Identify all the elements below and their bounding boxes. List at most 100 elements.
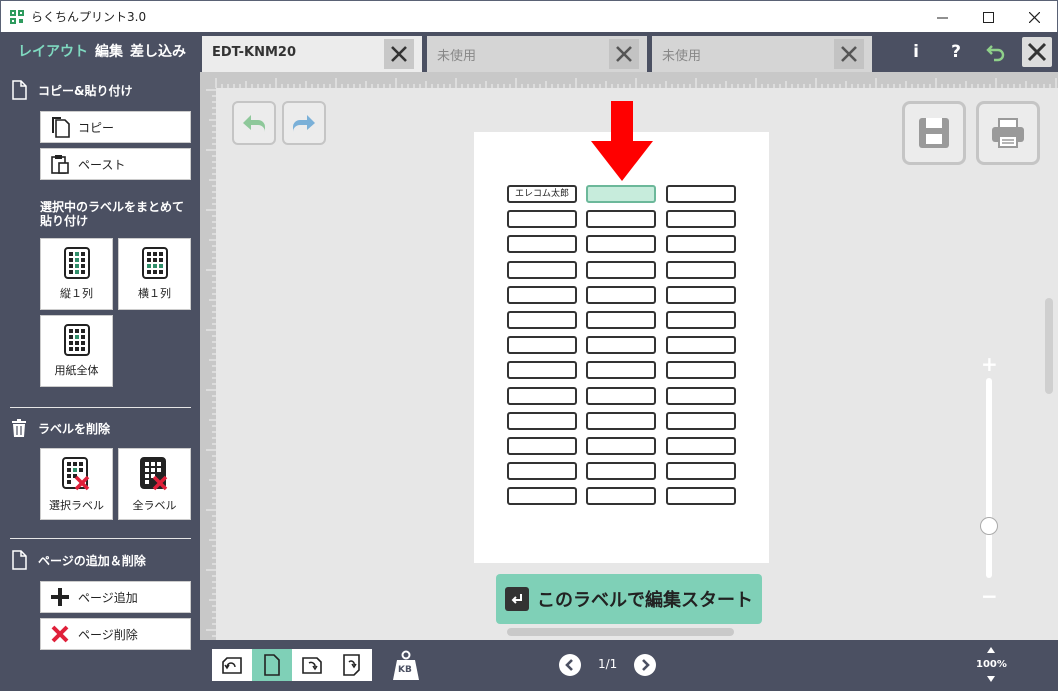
label-cell[interactable] bbox=[666, 462, 736, 480]
label-cell[interactable] bbox=[666, 261, 736, 279]
label-cell[interactable] bbox=[586, 235, 656, 253]
close-document-button[interactable] bbox=[1022, 37, 1052, 67]
label-cell[interactable]: エレコム太郎 bbox=[507, 185, 577, 203]
label-cell[interactable] bbox=[507, 487, 577, 505]
paste-row-button[interactable]: 横１列 bbox=[118, 238, 191, 310]
doc-tab-label: 未使用 bbox=[662, 49, 702, 64]
next-page-button[interactable] bbox=[634, 654, 656, 676]
label-cell[interactable] bbox=[586, 462, 656, 480]
label-cell[interactable] bbox=[666, 437, 736, 455]
label-cell[interactable] bbox=[586, 412, 656, 430]
label-cell[interactable] bbox=[666, 412, 736, 430]
doc-tab-label: 未使用 bbox=[437, 49, 477, 64]
zoom-up-icon[interactable] bbox=[987, 647, 995, 653]
window-close-button[interactable] bbox=[1011, 1, 1057, 33]
label-cell[interactable] bbox=[507, 235, 577, 253]
label-cell[interactable] bbox=[507, 412, 577, 430]
label-cell[interactable] bbox=[586, 437, 656, 455]
label-cell[interactable] bbox=[507, 361, 577, 379]
close-icon bbox=[1028, 11, 1040, 23]
label-cell[interactable] bbox=[586, 210, 656, 228]
label-cell[interactable] bbox=[666, 210, 736, 228]
document-icon bbox=[12, 80, 27, 100]
label-cell[interactable] bbox=[507, 462, 577, 480]
back-button[interactable] bbox=[982, 38, 1010, 66]
label-cell[interactable] bbox=[666, 387, 736, 405]
label-cell[interactable] bbox=[586, 286, 656, 304]
tab-merge[interactable]: 差し込み bbox=[130, 41, 186, 61]
delete-selected-button[interactable]: 選択ラベル bbox=[40, 448, 113, 520]
tab-edit[interactable]: 編集 bbox=[95, 41, 123, 61]
label-cell[interactable] bbox=[586, 487, 656, 505]
delete-page-button[interactable]: ページ削除 bbox=[40, 618, 191, 650]
help-button[interactable]: ? bbox=[942, 38, 970, 66]
doc-tab-close-button[interactable] bbox=[384, 39, 414, 69]
print-button[interactable] bbox=[976, 101, 1040, 165]
zoom-down-icon[interactable] bbox=[987, 676, 995, 682]
doc-tab-2[interactable]: 未使用 bbox=[427, 36, 647, 72]
top-toolbar: レイアウト 編集 差し込み EDT-KNM20 未使用 未使用 i ? bbox=[0, 32, 1058, 72]
maximize-button[interactable] bbox=[965, 1, 1011, 33]
doc-tab-3[interactable]: 未使用 bbox=[652, 36, 872, 72]
label-cell[interactable] bbox=[666, 235, 736, 253]
paste-all-sheet-button[interactable]: 用紙全体 bbox=[40, 315, 113, 387]
label-cell[interactable] bbox=[507, 286, 577, 304]
label-cell[interactable] bbox=[666, 336, 736, 354]
copy-paste-heading: コピー&貼り付け bbox=[10, 80, 132, 100]
enter-icon bbox=[505, 587, 529, 611]
zoom-level-display[interactable]: 100% bbox=[976, 659, 1007, 670]
rotate-right-button[interactable] bbox=[292, 649, 332, 681]
portrait-button[interactable] bbox=[252, 649, 292, 681]
undo-button[interactable] bbox=[232, 101, 276, 145]
down-arrow-icon bbox=[591, 101, 653, 181]
minimize-button[interactable] bbox=[919, 1, 965, 33]
paste-column-button[interactable]: 縦１列 bbox=[40, 238, 113, 310]
previous-page-button[interactable] bbox=[559, 654, 581, 676]
paste-button[interactable]: ペースト bbox=[40, 148, 191, 180]
doc-tab-close-button[interactable] bbox=[834, 39, 864, 69]
label-cell[interactable] bbox=[507, 210, 577, 228]
doc-tab-1[interactable]: EDT-KNM20 bbox=[202, 36, 422, 72]
weight-icon[interactable]: KB bbox=[390, 649, 422, 681]
zoom-slider-thumb[interactable] bbox=[980, 517, 998, 535]
label-cell[interactable] bbox=[666, 185, 736, 203]
label-cell[interactable] bbox=[586, 361, 656, 379]
zoom-out-icon[interactable]: − bbox=[981, 584, 998, 608]
ruler-horizontal bbox=[200, 72, 1058, 88]
horizontal-scrollbar[interactable] bbox=[507, 628, 734, 636]
zoom-in-icon[interactable]: + bbox=[981, 352, 998, 376]
delete-heading: ラベルを削除 bbox=[10, 418, 110, 438]
delete-selected-label: 選択ラベル bbox=[49, 499, 104, 512]
page-heading: ページの追加＆削除 bbox=[10, 550, 146, 570]
title-bar: らくちんプリント3.0 bbox=[0, 0, 1058, 32]
label-cell[interactable] bbox=[507, 261, 577, 279]
rotate-180-button[interactable] bbox=[332, 649, 372, 681]
label-cell[interactable] bbox=[507, 311, 577, 329]
start-editing-button[interactable]: このラベルで編集スタート bbox=[496, 574, 762, 624]
label-cell[interactable] bbox=[586, 387, 656, 405]
label-cell[interactable] bbox=[666, 311, 736, 329]
tab-layout[interactable]: レイアウト bbox=[18, 41, 88, 61]
delete-all-button[interactable]: 全ラベル bbox=[118, 448, 191, 520]
label-cell[interactable] bbox=[586, 336, 656, 354]
return-arrow-icon bbox=[986, 45, 1005, 62]
rotate-left-button[interactable] bbox=[212, 649, 252, 681]
label-cell[interactable] bbox=[507, 336, 577, 354]
info-button[interactable]: i bbox=[902, 38, 930, 66]
add-page-button[interactable]: ページ追加 bbox=[40, 581, 191, 613]
zoom-slider[interactable] bbox=[986, 378, 992, 578]
label-cell[interactable] bbox=[666, 361, 736, 379]
label-cell[interactable] bbox=[666, 487, 736, 505]
label-cell[interactable] bbox=[586, 311, 656, 329]
label-cell[interactable] bbox=[507, 387, 577, 405]
label-cell[interactable] bbox=[507, 437, 577, 455]
vertical-scrollbar[interactable] bbox=[1045, 298, 1053, 394]
label-cell[interactable] bbox=[586, 185, 656, 203]
copy-button[interactable]: コピー bbox=[40, 111, 191, 143]
label-cell[interactable] bbox=[666, 286, 736, 304]
label-cell[interactable] bbox=[586, 261, 656, 279]
save-button[interactable] bbox=[902, 101, 966, 165]
doc-tab-close-button[interactable] bbox=[609, 39, 639, 69]
redo-button[interactable] bbox=[282, 101, 326, 145]
grid-all-icon bbox=[63, 324, 90, 356]
